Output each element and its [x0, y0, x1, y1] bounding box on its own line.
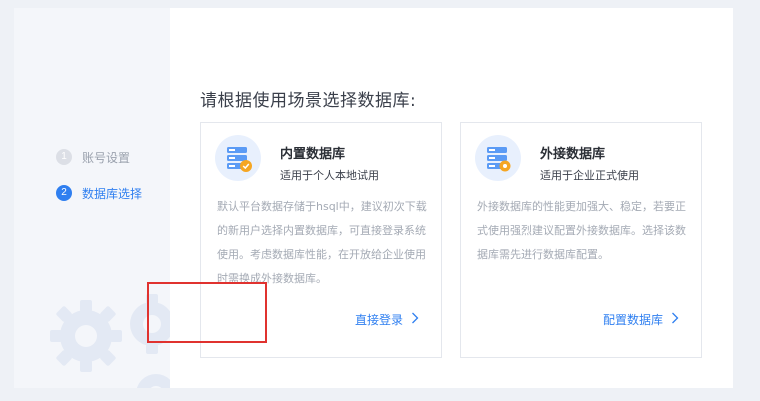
direct-login-button[interactable]: 直接登录: [355, 311, 419, 328]
direct-login-label: 直接登录: [354, 313, 403, 327]
configure-database-label: 配置数据库: [602, 313, 663, 327]
card-title: 外接数据库: [540, 147, 606, 162]
step-label: 账号设置: [82, 150, 131, 165]
external-database-card[interactable]: 外接数据库 适用于企业正式使用 外接数据库的性能更加强大、稳定，若要正式使用强烈…: [460, 122, 702, 358]
step-database-select: 2 数据库选择: [56, 184, 142, 202]
card-description: 默认平台数据存储于hsql中，建议初次下载的新用户选择内置数据库，可直接登录系统…: [217, 200, 427, 285]
highlight-annotation-box: [147, 282, 267, 343]
page-title: 请根据使用场景选择数据库:: [200, 91, 417, 111]
card-subtitle: 适用于企业正式使用: [540, 169, 639, 182]
database-gear-icon: [475, 135, 521, 181]
configure-database-button[interactable]: 配置数据库: [603, 311, 679, 328]
step-label: 数据库选择: [82, 186, 143, 201]
card-title: 内置数据库: [280, 147, 346, 162]
step-account-settings: 1 账号设置: [56, 148, 142, 166]
step-number: 1: [56, 149, 72, 165]
step-list: 1 账号设置 2 数据库选择: [56, 148, 142, 220]
chevron-right-icon: [411, 312, 419, 327]
chevron-right-icon: [671, 312, 679, 327]
database-check-icon: [215, 135, 261, 181]
card-description: 外接数据库的性能更加强大、稳定，若要正式使用强烈建议配置外接数据库。选择该数据库…: [477, 200, 686, 261]
step-number: 2: [56, 185, 72, 201]
card-subtitle: 适用于个人本地试用: [280, 169, 379, 182]
